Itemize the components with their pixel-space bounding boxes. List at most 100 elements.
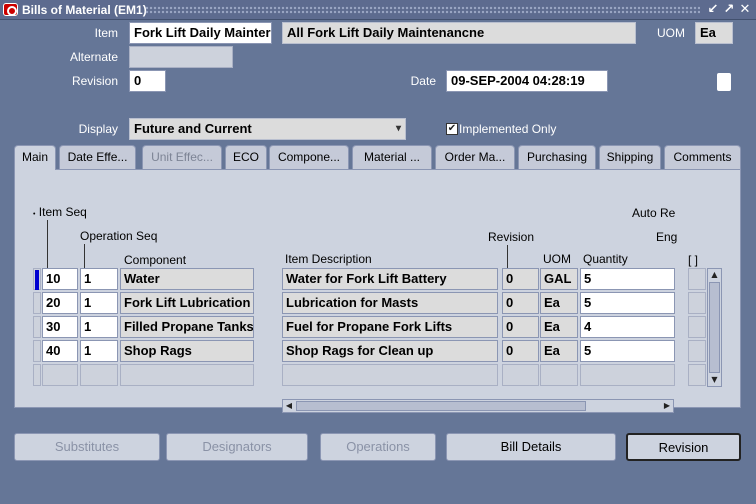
item-description-cell[interactable]: Shop Rags for Clean up [282, 340, 498, 362]
tab-purchasing[interactable]: Purchasing [518, 145, 596, 169]
uom-cell[interactable]: Ea [540, 292, 578, 314]
component-cell[interactable] [120, 364, 254, 386]
item-description-cell[interactable]: Fuel for Propane Fork Lifts [282, 316, 498, 338]
substitutes-button[interactable]: Substitutes [14, 433, 160, 461]
implemented-only-label: Implemented Only [459, 122, 557, 136]
scroll-left-icon[interactable]: ◀ [283, 400, 295, 412]
operation-seq-cell[interactable]: 1 [80, 268, 118, 290]
item-label: Item [94, 26, 118, 40]
flexfield-indicator[interactable] [708, 72, 740, 92]
item-description-header: Item Description [285, 252, 372, 266]
item-description-field: All Fork Lift Daily Maintenancne [282, 22, 636, 44]
uom-label: UOM [657, 26, 685, 40]
maximize-icon[interactable]: ↗ [722, 2, 736, 17]
revision-header: Revision [488, 230, 535, 244]
tab-material-control[interactable]: Material ... [352, 145, 432, 169]
revision-cell[interactable]: 0 [502, 340, 539, 362]
item-field[interactable]: Fork Lift Daily Mainter [129, 22, 272, 44]
date-label: Date [410, 74, 436, 88]
oracle-logo-icon [3, 3, 18, 16]
vertical-scroll-thumb[interactable] [709, 282, 720, 373]
item-seq-cell[interactable]: 20 [42, 292, 78, 314]
tab-eco[interactable]: ECO [225, 145, 267, 169]
date-field[interactable]: 09-SEP-2004 04:28:19 [446, 70, 608, 92]
quantity-cell[interactable]: 5 [580, 292, 675, 314]
operations-button[interactable]: Operations [320, 433, 436, 461]
uom-cell[interactable]: GAL [540, 268, 578, 290]
record-selector[interactable] [33, 364, 41, 386]
revision-cell[interactable]: 0 [502, 316, 539, 338]
item-description-cell[interactable]: Water for Fork Lift Battery [282, 268, 498, 290]
operation-seq-cell[interactable]: 1 [80, 340, 118, 362]
revision-cell[interactable]: 0 [502, 268, 539, 290]
vertical-scrollbar[interactable]: ▲ ▼ [707, 268, 722, 387]
uom-header: UOM [543, 252, 571, 266]
scroll-right-icon[interactable]: ▶ [661, 400, 673, 412]
scroll-up-icon[interactable]: ▲ [708, 269, 721, 281]
revision-cell[interactable]: 0 [502, 292, 539, 314]
flexfield-cell[interactable] [688, 340, 706, 362]
revision-button[interactable]: Revision [626, 433, 741, 461]
grid-flexfield-header: [ ] [688, 253, 699, 267]
tab-comments[interactable]: Comments [664, 145, 741, 169]
item-seq-cell[interactable]: 10 [42, 268, 78, 290]
revision-cell[interactable] [502, 364, 539, 386]
uom-cell[interactable] [540, 364, 578, 386]
quantity-cell[interactable]: 4 [580, 316, 675, 338]
auto-request-header: Auto Re [632, 206, 676, 220]
close-icon[interactable]: ✕ [738, 2, 752, 17]
item-seq-cell[interactable] [42, 364, 78, 386]
flexfield-cell[interactable] [688, 268, 706, 290]
display-select-value: Future and Current [134, 121, 252, 136]
item-seq-cell[interactable]: 40 [42, 340, 78, 362]
display-select[interactable]: Future and Current ▾ [129, 118, 406, 140]
revision-field[interactable]: 0 [129, 70, 166, 92]
revision-connector [507, 245, 508, 268]
chevron-down-icon: ▾ [395, 123, 401, 134]
quantity-header: Quantity [583, 252, 628, 266]
quantity-cell[interactable] [580, 364, 675, 386]
tab-main[interactable]: Main [14, 145, 56, 170]
operation-seq-cell[interactable] [80, 364, 118, 386]
uom-field: Ea [695, 22, 733, 44]
flexfield-box[interactable] [717, 72, 731, 91]
uom-cell[interactable]: Ea [540, 316, 578, 338]
minimize-icon[interactable]: ↙ [706, 2, 720, 17]
title-bar-grip[interactable] [145, 6, 700, 14]
designators-button[interactable]: Designators [166, 433, 308, 461]
item-description-cell[interactable] [282, 364, 498, 386]
record-selector[interactable] [33, 292, 41, 314]
flexfield-cell[interactable] [688, 292, 706, 314]
uom-cell[interactable]: Ea [540, 340, 578, 362]
bill-details-button[interactable]: Bill Details [446, 433, 616, 461]
tab-component[interactable]: Compone... [269, 145, 349, 169]
operation-seq-header: Operation Seq [80, 229, 158, 243]
record-selector[interactable] [33, 316, 41, 338]
component-cell[interactable]: Fork Lift Lubrication [120, 292, 254, 314]
quantity-cell[interactable]: 5 [580, 268, 675, 290]
horizontal-scrollbar[interactable]: ◀ ▶ [282, 399, 674, 413]
item-seq-cell[interactable]: 30 [42, 316, 78, 338]
horizontal-scroll-thumb[interactable] [296, 401, 586, 411]
item-description-cell[interactable]: Lubrication for Masts [282, 292, 498, 314]
current-record-indicator [35, 270, 39, 290]
alternate-label: Alternate [69, 50, 118, 64]
flexfield-cell[interactable] [688, 316, 706, 338]
operation-seq-cell[interactable]: 1 [80, 316, 118, 338]
window-title: Bills of Material (EM1) [22, 3, 147, 17]
flexfield-cell[interactable] [688, 364, 706, 386]
component-cell[interactable]: Shop Rags [120, 340, 254, 362]
engineering-header: Eng [656, 230, 677, 244]
tab-unit-effectivity[interactable]: Unit Effec... [142, 145, 222, 169]
record-selector[interactable] [33, 340, 41, 362]
quantity-cell[interactable]: 5 [580, 340, 675, 362]
operation-seq-cell[interactable]: 1 [80, 292, 118, 314]
tab-order-management[interactable]: Order Ma... [435, 145, 515, 169]
scroll-down-icon[interactable]: ▼ [708, 374, 721, 386]
implemented-only-checkbox[interactable]: ✔ [446, 123, 458, 135]
tab-shipping[interactable]: Shipping [599, 145, 661, 169]
component-cell[interactable]: Filled Propane Tanks [120, 316, 254, 338]
tab-date-effectivity[interactable]: Date Effe... [59, 145, 136, 169]
alternate-field[interactable] [129, 46, 233, 68]
component-cell[interactable]: Water [120, 268, 254, 290]
